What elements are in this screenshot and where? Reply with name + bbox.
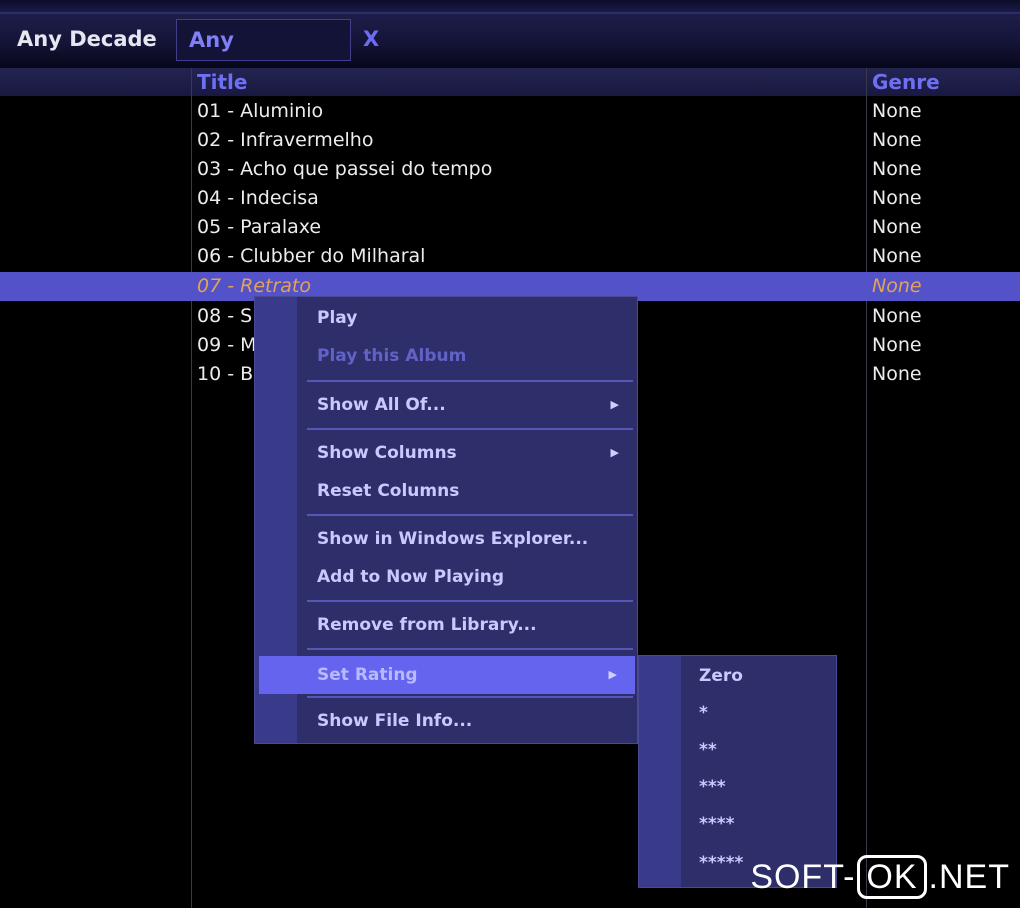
menu-item-label: Show Columns: [317, 443, 457, 463]
table-row[interactable]: 02 - Infravermelho None: [0, 126, 1020, 155]
track-title: 01 - Aluminio: [197, 100, 324, 122]
track-title: 10 - B: [197, 363, 254, 385]
genre-column-header[interactable]: Genre: [872, 68, 940, 96]
track-genre: None: [872, 100, 922, 122]
track-title: 09 - M: [197, 334, 257, 356]
rating-1-star[interactable]: *: [639, 695, 836, 732]
clear-filter-button[interactable]: X: [363, 19, 379, 61]
menu-item-show-file-info[interactable]: Show File Info...: [255, 702, 637, 740]
track-title: 03 - Acho que passei do tempo: [197, 158, 493, 180]
menu-item-play-album[interactable]: Play this Album: [255, 337, 637, 375]
track-genre: None: [872, 187, 922, 209]
rating-4-stars[interactable]: ****: [639, 806, 836, 843]
table-row[interactable]: 06 - Clubber do Milharal None: [0, 242, 1020, 271]
menu-item-play[interactable]: Play: [255, 299, 637, 337]
submenu-arrow-icon: ▶: [608, 668, 617, 681]
menu-separator: [307, 428, 633, 430]
table-row[interactable]: 01 - Aluminio None: [0, 97, 1020, 126]
track-genre: None: [872, 275, 922, 297]
menu-separator: [307, 380, 633, 382]
top-stripe: [0, 12, 1020, 14]
watermark-left: SOFT-: [750, 858, 856, 896]
table-row[interactable]: 03 - Acho que passei do tempo None: [0, 155, 1020, 184]
menu-item-remove-library[interactable]: Remove from Library...: [255, 606, 637, 644]
menu-separator: [307, 514, 633, 516]
menu-separator: [307, 696, 633, 698]
table-row[interactable]: 05 - Paralaxe None: [0, 213, 1020, 242]
submenu-arrow-icon: ▶: [610, 398, 619, 411]
filter-bar: Any Decade Any Grouping X: [0, 0, 1020, 92]
track-title: 04 - Indecisa: [197, 187, 319, 209]
menu-separator: [307, 600, 633, 602]
title-column-header[interactable]: Title: [197, 68, 247, 96]
menu-item-add-now-playing[interactable]: Add to Now Playing: [255, 558, 637, 596]
decade-filter[interactable]: Any Decade: [17, 19, 157, 61]
menu-item-label: Set Rating: [317, 665, 418, 685]
rating-3-stars[interactable]: ***: [639, 769, 836, 806]
rating-2-stars[interactable]: **: [639, 732, 836, 769]
rating-zero[interactable]: Zero: [639, 658, 836, 695]
grouping-filter[interactable]: Any Grouping: [176, 19, 351, 92]
track-title: 02 - Infravermelho: [197, 129, 374, 151]
column-header: Title Genre: [0, 68, 1020, 96]
track-title: 06 - Clubber do Milharal: [197, 245, 426, 267]
menu-item-show-columns[interactable]: Show Columns ▶: [255, 434, 637, 472]
track-genre: None: [872, 216, 922, 238]
track-title: 05 - Paralaxe: [197, 216, 322, 238]
track-genre: None: [872, 245, 922, 267]
menu-item-show-all-of[interactable]: Show All Of... ▶: [255, 386, 637, 424]
track-title: 08 - S: [197, 305, 253, 327]
menu-separator: [307, 648, 633, 650]
track-genre: None: [872, 305, 922, 327]
track-genre: None: [872, 129, 922, 151]
watermark-right: .NET: [928, 858, 1010, 896]
track-genre: None: [872, 158, 922, 180]
context-menu: Play Play this Album Show All Of... ▶ Sh…: [254, 296, 638, 744]
menu-item-label: Show All Of...: [317, 395, 446, 415]
track-genre: None: [872, 363, 922, 385]
menu-item-set-rating[interactable]: Set Rating ▶: [259, 656, 635, 694]
submenu-arrow-icon: ▶: [610, 446, 619, 459]
watermark: SOFT- OK .NET: [750, 854, 1010, 900]
menu-item-reset-columns[interactable]: Reset Columns: [255, 472, 637, 510]
watermark-ok: OK: [857, 855, 927, 899]
menu-item-show-in-explorer[interactable]: Show in Windows Explorer...: [255, 520, 637, 558]
track-genre: None: [872, 334, 922, 356]
table-row[interactable]: 04 - Indecisa None: [0, 184, 1020, 213]
